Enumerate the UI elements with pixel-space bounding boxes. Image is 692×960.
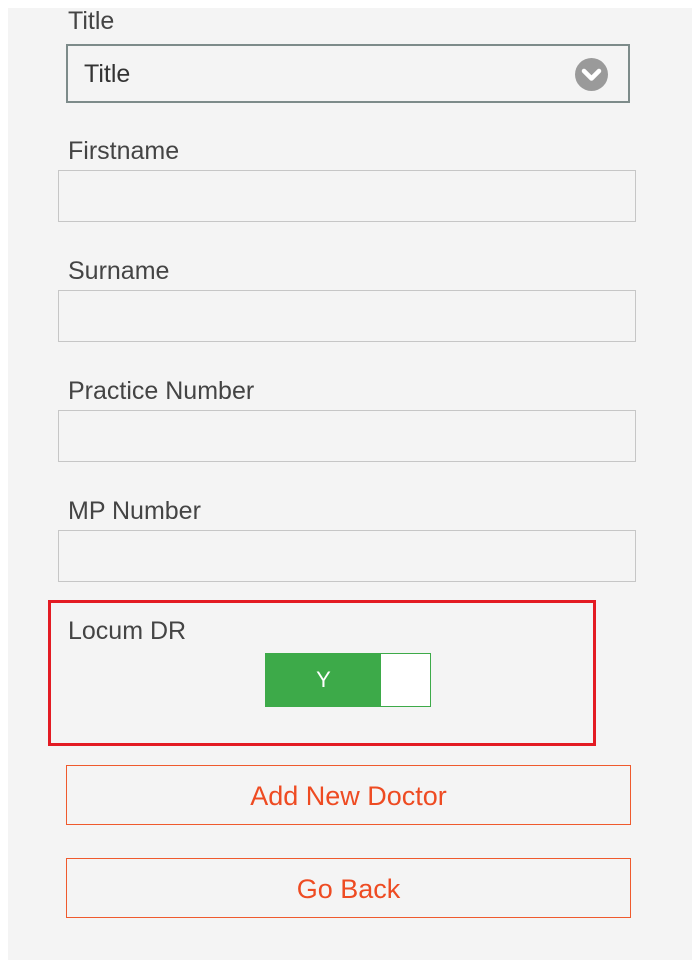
firstname-label: Firstname <box>68 137 180 165</box>
title-select-value: Title <box>84 60 131 88</box>
practice-number-field[interactable] <box>58 410 636 462</box>
add-new-doctor-button[interactable]: Add New Doctor <box>66 765 631 825</box>
go-back-button[interactable]: Go Back <box>66 858 631 918</box>
mp-number-field[interactable] <box>58 530 636 582</box>
locum-toggle[interactable]: Y <box>265 653 431 707</box>
firstname-field[interactable] <box>58 170 636 222</box>
mp-number-label: MP Number <box>68 497 201 525</box>
surname-field[interactable] <box>58 290 636 342</box>
title-label: Title <box>68 7 115 35</box>
surname-label: Surname <box>68 257 170 285</box>
practice-number-label: Practice Number <box>68 377 255 405</box>
locum-toggle-on-label: Y <box>266 654 381 706</box>
title-select[interactable]: Title <box>66 44 630 103</box>
chevron-down-icon[interactable] <box>575 58 608 91</box>
locum-label: Locum DR <box>68 617 187 645</box>
